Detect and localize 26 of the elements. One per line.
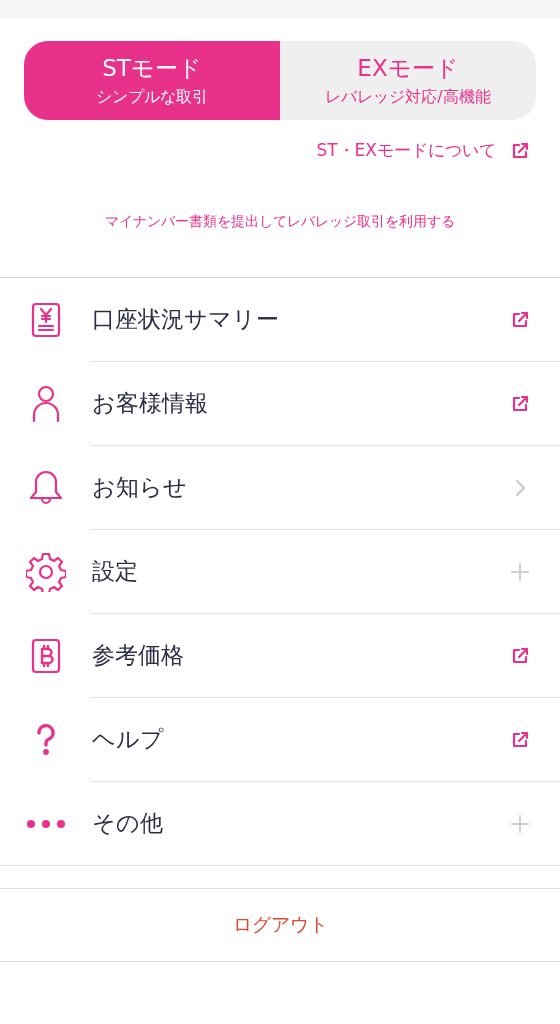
question-icon	[34, 723, 58, 756]
bell-icon	[29, 469, 63, 506]
menu-item[interactable]: 設定	[0, 530, 560, 613]
external-link-icon	[510, 309, 530, 330]
menu-item[interactable]: 参考価格	[0, 614, 560, 697]
my-number-notice-link[interactable]: マイナンバー書類を提出してレバレッジ取引を利用する	[0, 213, 560, 237]
plus-icon	[511, 562, 529, 581]
external-link-icon	[510, 393, 530, 414]
menu-item[interactable]: その他	[0, 782, 560, 865]
mode-info-link[interactable]: ST・EXモードについて	[316, 139, 530, 162]
person-icon	[31, 384, 61, 423]
coin-card-icon	[31, 637, 61, 674]
mode-tab[interactable]: STモード シンプルな取引	[24, 41, 280, 120]
menu-item[interactable]: お客様情報	[0, 362, 560, 445]
external-link-icon	[510, 645, 530, 666]
chevron-right-icon	[515, 478, 525, 497]
gear-icon	[26, 551, 66, 592]
plus-icon	[511, 814, 529, 833]
menu-item[interactable]: お知らせ	[0, 446, 560, 529]
external-link-icon	[510, 729, 530, 750]
external-link-icon	[510, 140, 530, 161]
receipt-icon	[31, 301, 61, 338]
menu-item[interactable]: 口座状況サマリー	[0, 278, 560, 361]
logout-button[interactable]: ログアウト	[0, 888, 560, 962]
more-icon	[26, 818, 66, 829]
menu-item[interactable]: ヘルプ	[0, 698, 560, 781]
